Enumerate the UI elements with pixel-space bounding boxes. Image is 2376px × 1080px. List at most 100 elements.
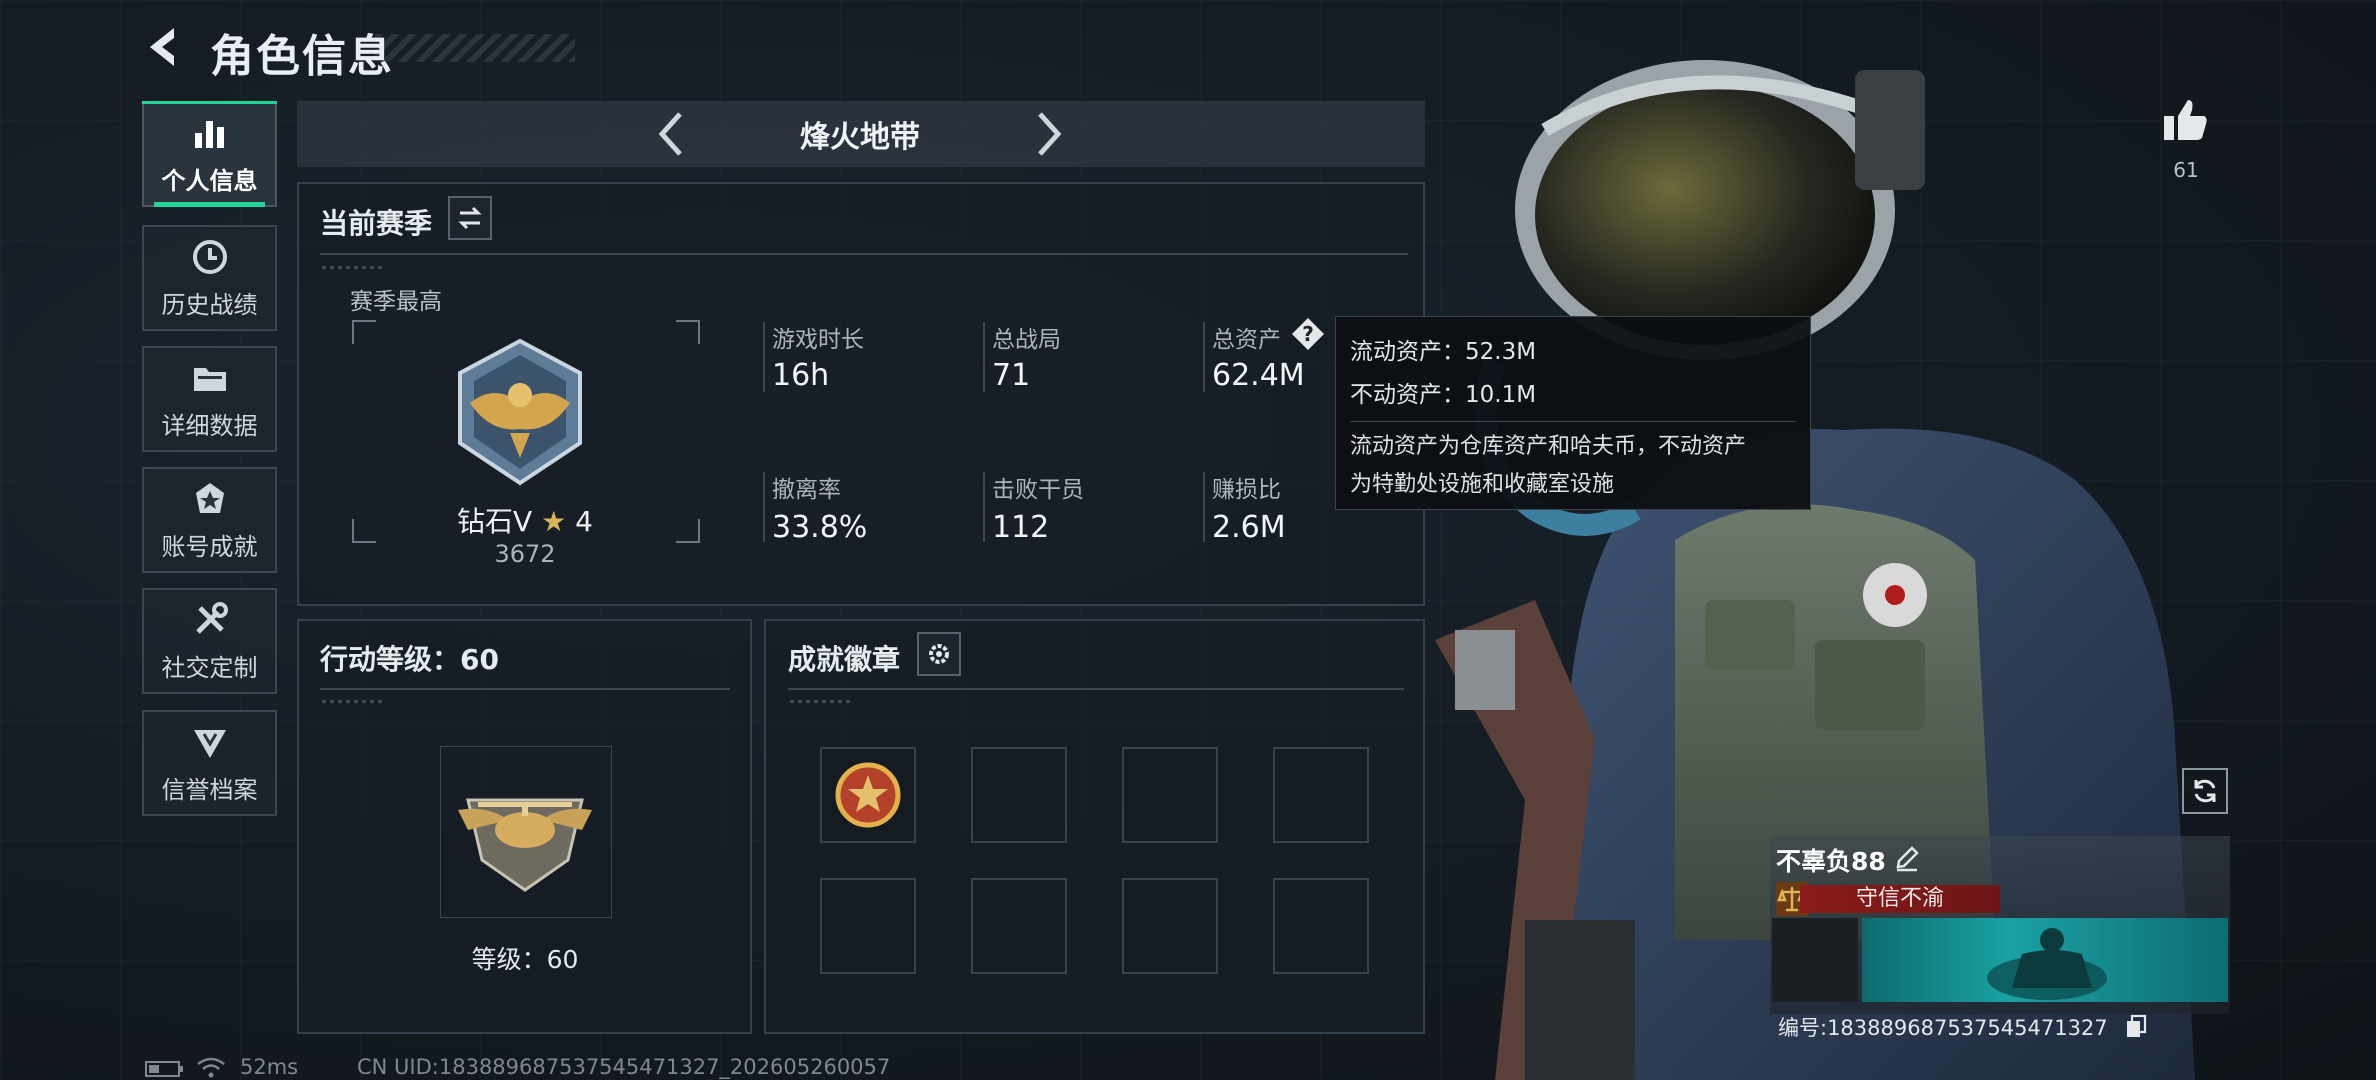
badge-settings-button[interactable] <box>917 632 961 676</box>
sidebar-item-label: 详细数据 <box>161 411 258 440</box>
decor-dash <box>790 700 850 703</box>
badge-slot[interactable] <box>1273 747 1369 843</box>
history-clock-icon <box>192 239 227 274</box>
frame-corner <box>352 320 376 344</box>
sidebar-item-credit-record[interactable]: 信誉档案 <box>142 710 277 816</box>
folder-icon <box>193 367 226 391</box>
rank-emblem-icon <box>458 338 582 486</box>
badges-title: 成就徽章 <box>788 643 901 676</box>
sidebar-item-detailed-data[interactable]: 详细数据 <box>142 346 277 452</box>
player-banner-image <box>1862 918 2228 1002</box>
tooltip-description-line1: 流动资产为仓库资产和哈夫币，不动资产 <box>1350 434 1747 459</box>
cn-uid: CN UID:18388968753754547132​7_2026052600… <box>357 1055 891 1079</box>
sidebar-item-label: 信誉档案 <box>161 775 258 804</box>
reputation-label: 守信不渝 <box>1855 886 1944 911</box>
refresh-icon <box>2194 779 2216 803</box>
mode-title: 烽火地带 <box>800 120 920 155</box>
season-switch-button[interactable] <box>448 196 492 240</box>
stat-label: 击败干员 <box>992 477 1084 503</box>
stat-separator <box>983 322 985 392</box>
sidebar-item-history[interactable]: 历史战绩 <box>142 225 277 331</box>
sidebar-item-label: 历史战绩 <box>161 290 258 319</box>
stat-value: 16h <box>772 358 830 393</box>
badge-slot[interactable] <box>1122 878 1218 974</box>
sidebar-item-label: 社交定制 <box>161 653 258 682</box>
tooltip-fixed-assets: 不动资产：10.1M <box>1350 382 1537 408</box>
stat-value: 112 <box>992 510 1050 545</box>
frame-corner <box>352 519 376 543</box>
stat-value: 33.8% <box>772 510 868 545</box>
sidebar-item-label: 账号成就 <box>161 532 258 561</box>
edit-pencil-icon[interactable] <box>1893 845 1921 873</box>
badge-slot[interactable] <box>1273 878 1369 974</box>
help-icon[interactable]: ? <box>1290 316 1326 352</box>
decor-dash <box>322 700 382 703</box>
prev-mode-arrow-icon[interactable] <box>648 108 698 160</box>
badge-slot[interactable] <box>820 747 916 843</box>
stat-value: 71 <box>992 358 1031 393</box>
stat-separator <box>763 472 765 542</box>
copy-icon[interactable] <box>2125 1014 2147 1038</box>
frame-corner <box>676 320 700 344</box>
season-title: 当前赛季 <box>320 207 433 240</box>
sidebar-item-social-custom[interactable]: 社交定制 <box>142 588 277 694</box>
switch-icon <box>458 206 482 230</box>
back-button[interactable] <box>140 22 190 72</box>
stat-value: 62.4M <box>1212 358 1305 393</box>
decor-dash <box>322 266 382 269</box>
tools-icon <box>195 601 228 634</box>
badges-divider <box>788 688 1404 690</box>
stat-label: 赚损比 <box>1212 477 1281 503</box>
action-level-title: 行动等级：60 <box>320 643 499 676</box>
rank-name: 钻石V <box>457 505 533 538</box>
rank-line: 钻石V ★ 4 <box>420 500 630 540</box>
badge-slot[interactable] <box>971 878 1067 974</box>
level-label: 等级：60 <box>471 945 579 974</box>
badge-slot[interactable] <box>1122 747 1218 843</box>
stat-separator <box>763 322 765 392</box>
medal-badge-icon <box>835 762 901 828</box>
player-nickname: 不辜负88 <box>1776 847 1886 876</box>
helicopter-emblem-icon <box>458 798 592 892</box>
sidebar-item-label: 个人信息 <box>161 166 258 195</box>
stat-label: 总战局 <box>992 327 1061 353</box>
next-mode-arrow-icon[interactable] <box>1022 108 1072 160</box>
star-icon: ★ <box>541 505 567 538</box>
stat-separator <box>1203 472 1205 542</box>
rank-stars: 4 <box>575 505 593 538</box>
action-level-divider <box>320 688 730 690</box>
credit-icon <box>193 729 226 758</box>
badge-slot[interactable] <box>971 747 1067 843</box>
badge-slot[interactable] <box>820 878 916 974</box>
sidebar-item-achievements[interactable]: 账号成就 <box>142 467 277 573</box>
sidebar-item-personal-info[interactable]: 个人信息 <box>142 101 277 207</box>
svg-text:?: ? <box>1302 322 1314 346</box>
season-peak-label: 赛季最高 <box>350 289 442 315</box>
wifi-icon <box>197 1057 225 1078</box>
stat-separator <box>983 472 985 542</box>
player-uid: 编号:18388968753754547132​7 <box>1778 1016 2108 1040</box>
stat-separator <box>1203 322 1205 392</box>
like-count: 61 <box>2173 158 2199 182</box>
frame-corner <box>676 519 700 543</box>
assets-tooltip: 流动资产：52.3M 不动资产：10.1M 流动资产为仓库资产和哈夫币，不动资产… <box>1335 316 1811 510</box>
stat-label: 撤离率 <box>772 477 841 503</box>
title-decoration <box>375 34 575 62</box>
thumbs-up-icon[interactable] <box>2160 94 2212 146</box>
ping-value: 52ms <box>240 1055 299 1079</box>
stat-label: 游戏时长 <box>772 327 864 353</box>
avatar <box>1772 918 1858 1002</box>
tooltip-liquid-assets: 流动资产：52.3M <box>1350 339 1537 365</box>
tooltip-divider <box>1350 421 1796 422</box>
gear-icon <box>929 644 949 664</box>
rank-score: 3672 <box>494 540 556 568</box>
bar-chart-icon <box>194 120 224 148</box>
season-divider <box>320 253 1408 255</box>
stat-value: 2.6M <box>1212 510 1286 545</box>
tooltip-description-line2: 为特勤处设施和收藏室设施 <box>1350 472 1615 497</box>
refresh-button[interactable] <box>2182 768 2228 814</box>
banner-figure <box>1987 928 2107 1000</box>
page-title: 角色信息 <box>210 31 394 82</box>
stat-label: 总资产 <box>1212 327 1281 353</box>
achievement-icon <box>195 482 224 513</box>
